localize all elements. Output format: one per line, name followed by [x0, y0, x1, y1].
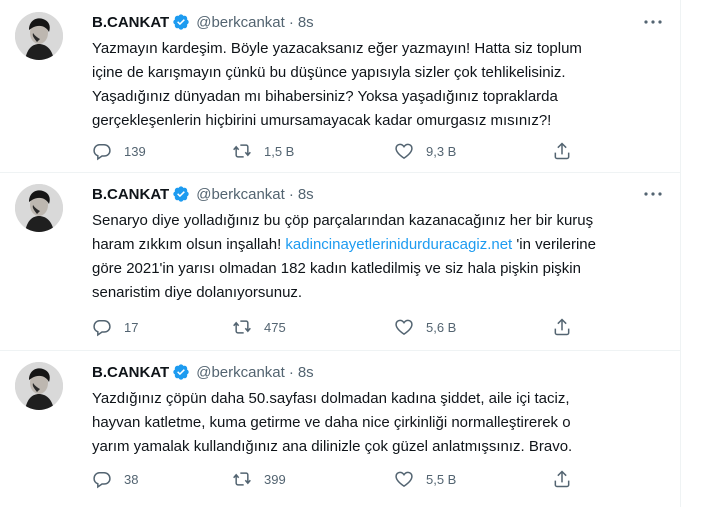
- display-name[interactable]: B.CANKAT: [92, 186, 169, 203]
- tweet-text-line: içine de karışmayın çünkü bu düşünce yap…: [92, 64, 566, 81]
- share-icon: [554, 470, 570, 488]
- avatar[interactable]: [15, 362, 63, 410]
- separator-dot: ·: [288, 13, 294, 31]
- user-handle[interactable]: @berkcankat: [196, 364, 285, 381]
- more-options-icon[interactable]: [641, 182, 665, 206]
- tweet-text-segment: 'in verilerine: [512, 236, 596, 253]
- reply-count: 139: [124, 143, 146, 159]
- tweet-text-line: Yazdığınız çöpün daha 50.sayfası dolmada…: [92, 390, 570, 407]
- tweet-actions: 17 475 5,6 B: [92, 315, 592, 339]
- tweet-text-line: hayvan katletme, kuma getirme ve daha ni…: [92, 414, 571, 431]
- verified-badge-icon: [172, 363, 190, 381]
- tweet-actions: 38 399 5,5 B: [92, 467, 592, 491]
- share-button[interactable]: [552, 139, 572, 163]
- tweet-header: B.CANKAT @berkcankat · 8s: [92, 184, 314, 204]
- tweet-text: Senaryo diye yolladığınız bu çöp parçala…: [92, 209, 652, 305]
- share-button[interactable]: [552, 315, 572, 339]
- like-icon: [395, 143, 413, 159]
- like-icon: [395, 319, 413, 335]
- tweet-text-line: haram zıkkım olsun inşallah! kadincinaye…: [92, 233, 652, 257]
- share-button[interactable]: [552, 467, 572, 491]
- retweet-button[interactable]: 1,5 B: [232, 139, 294, 163]
- tweet-text-line: Yazmayın kardeşim. Böyle yazacaksanız eğ…: [92, 40, 582, 57]
- tweet-text: Yazdığınız çöpün daha 50.sayfası dolmada…: [92, 387, 652, 459]
- reply-icon: [93, 472, 111, 489]
- like-count: 5,5 B: [426, 471, 457, 487]
- retweet-icon: [233, 144, 251, 158]
- like-button[interactable]: 5,5 B: [394, 467, 456, 491]
- reply-icon: [93, 144, 111, 161]
- separator-dot: ·: [288, 185, 294, 203]
- like-icon: [395, 471, 413, 487]
- timestamp[interactable]: 8s: [298, 14, 314, 31]
- share-icon: [554, 318, 570, 336]
- tweet-text-line: yarım yamalak kullandığınız ana dilinizl…: [92, 438, 573, 455]
- reply-count: 17: [124, 319, 139, 335]
- reply-button[interactable]: 139: [92, 139, 146, 163]
- retweet-count: 399: [264, 471, 286, 487]
- retweet-icon: [233, 320, 251, 334]
- tweet-text-line: gerçekleşenlerin hiçbirini umursamayacak…: [92, 112, 552, 129]
- tweet-text-line: göre 2021'in yarısı olmadan 182 kadın ka…: [92, 260, 581, 277]
- tweet-text-line: Senaryo diye yolladığınız bu çöp parçala…: [92, 212, 594, 229]
- external-link[interactable]: kadincinayetlerinidurduracagiz.net: [285, 236, 512, 253]
- retweet-icon: [233, 472, 251, 486]
- display-name[interactable]: B.CANKAT: [92, 14, 169, 31]
- retweet-button[interactable]: 399: [232, 467, 286, 491]
- display-name[interactable]: B.CANKAT: [92, 364, 169, 381]
- tweet-text-line: senaristim diye dolanıyorsunuz.: [92, 284, 303, 301]
- like-button[interactable]: 9,3 B: [394, 139, 456, 163]
- like-button[interactable]: 5,6 B: [394, 315, 456, 339]
- tweet-text-line: Yaşadığınız dünyadan mı bihabersiniz? Yo…: [92, 88, 558, 105]
- retweet-count: 475: [264, 319, 286, 335]
- tweet-text-segment: haram zıkkım olsun inşallah!: [92, 236, 286, 253]
- verified-badge-icon: [172, 13, 190, 31]
- tweet-text: Yazmayın kardeşim. Böyle yazacaksanız eğ…: [92, 37, 652, 133]
- like-count: 9,3 B: [426, 143, 457, 159]
- tweet-header: B.CANKAT @berkcankat · 8s: [92, 362, 314, 382]
- tweet-thread: B.CANKAT @berkcankat · 8s Yazmayın karde…: [0, 0, 681, 507]
- timestamp[interactable]: 8s: [298, 364, 314, 381]
- user-handle[interactable]: @berkcankat: [196, 14, 285, 31]
- avatar[interactable]: [15, 12, 63, 60]
- tweet[interactable]: B.CANKAT @berkcankat · 8s Senaryo diye y…: [0, 172, 680, 351]
- timestamp[interactable]: 8s: [298, 186, 314, 203]
- reply-button[interactable]: 17: [92, 315, 138, 339]
- like-count: 5,6 B: [426, 319, 457, 335]
- tweet[interactable]: B.CANKAT @berkcankat · 8s Yazmayın karde…: [0, 0, 680, 173]
- reply-count: 38: [124, 471, 139, 487]
- more-options-icon[interactable]: [641, 10, 665, 34]
- tweet-actions: 139 1,5 B 9,3 B: [92, 139, 592, 163]
- tweet[interactable]: B.CANKAT @berkcankat · 8s Yazdığınız çöp…: [0, 350, 680, 507]
- reply-icon: [93, 320, 111, 337]
- separator-dot: ·: [288, 363, 294, 381]
- share-icon: [554, 142, 570, 160]
- reply-button[interactable]: 38: [92, 467, 138, 491]
- user-handle[interactable]: @berkcankat: [196, 186, 285, 203]
- avatar[interactable]: [15, 184, 63, 232]
- verified-badge-icon: [172, 185, 190, 203]
- tweet-header: B.CANKAT @berkcankat · 8s: [92, 12, 314, 32]
- retweet-button[interactable]: 475: [232, 315, 286, 339]
- retweet-count: 1,5 B: [264, 143, 295, 159]
